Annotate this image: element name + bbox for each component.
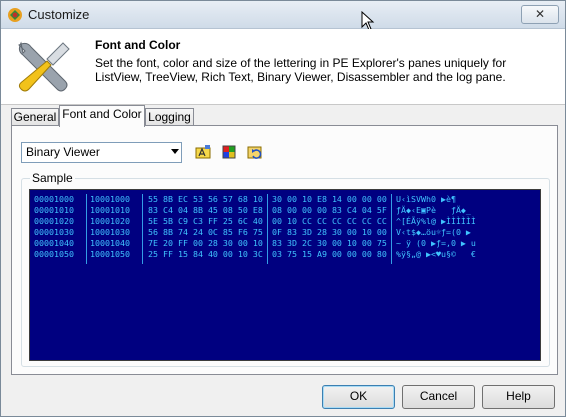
hex-address: 10001010	[90, 205, 130, 215]
hex-row: 00001000 10001000 55 8B EC 53 56 57 68 1…	[30, 194, 456, 205]
hex-bytes-low: 56 8B 74 24 0C 85 F6 75	[148, 227, 263, 237]
tab-general[interactable]: General	[11, 108, 59, 126]
hex-address: 10001040	[90, 238, 130, 248]
hex-bytes-low: 55 8B EC 53 56 57 68 10	[148, 194, 263, 204]
title-bar[interactable]: Customize ✕	[1, 1, 565, 29]
hex-row: 00001010 10001010 83 C4 04 8B 45 08 50 E…	[30, 205, 471, 216]
hex-bytes-low: 83 C4 04 8B 45 08 50 E8	[148, 205, 263, 215]
hex-bytes-low: 25 FF 15 84 40 00 10 3C	[148, 249, 263, 259]
hex-bytes-high: 03 75 15 A9 00 00 00 80	[272, 249, 387, 259]
hex-row: 00001050 10001050 25 FF 15 84 40 00 10 3…	[30, 249, 476, 260]
window-title: Customize	[28, 7, 90, 22]
hex-row: 00001020 10001020 5E 5B C9 C3 FF 25 6C 4…	[30, 216, 476, 227]
hex-ascii: V‹t$◆…öu☼ƒ=(0 ▶	[396, 227, 471, 237]
app-icon	[8, 8, 22, 22]
color-palette-icon[interactable]	[220, 143, 238, 161]
hex-offset: 00001000	[34, 194, 74, 204]
hex-ascii: ƒÄ◆‹E▣Pè ƒÄ◆_	[396, 205, 471, 215]
tab-font-and-color[interactable]: Font and Color	[59, 105, 145, 127]
hex-bytes-high: 08 00 00 00 83 C4 04 5F	[272, 205, 387, 215]
column-divider	[86, 194, 87, 264]
hex-row: 00001030 10001030 56 8B 74 24 0C 85 F6 7…	[30, 227, 471, 238]
help-button[interactable]: Help	[482, 385, 555, 409]
wrench-screwdriver-icon	[18, 41, 70, 92]
header-title: Font and Color	[95, 38, 181, 52]
hex-ascii: ~ ÿ (0 ▶ƒ=,0 ▶ u	[396, 238, 476, 248]
hex-bytes-high: 00 10 CC CC CC CC CC CC	[272, 216, 387, 226]
tab-logging[interactable]: Logging	[145, 108, 194, 126]
hex-row: 00001040 10001040 7E 20 FF 00 28 30 00 1…	[30, 238, 476, 249]
hex-bytes-high: 30 00 10 E8 14 00 00 00	[272, 194, 387, 204]
hex-offset: 00001030	[34, 227, 74, 237]
pane-select-value: Binary Viewer	[26, 145, 100, 159]
hex-ascii: U‹ìSVWh0 ▶è¶	[396, 194, 456, 204]
hex-bytes-low: 7E 20 FF 00 28 30 00 10	[148, 238, 263, 248]
hex-address: 10001020	[90, 216, 130, 226]
tab-panel-font-and-color: Binary Viewer Sample 00001000 10001000 5…	[11, 125, 558, 375]
column-divider	[267, 194, 268, 264]
sample-preview: 00001000 10001000 55 8B EC 53 56 57 68 1…	[29, 189, 541, 361]
hex-ascii: ^[ÉÃÿ%l@ ▶ÌÌÌÌÌÌ	[396, 216, 476, 226]
column-divider	[391, 194, 392, 264]
hex-ascii: %ÿ§„@ ▶<♥u§© €	[396, 249, 476, 259]
customize-dialog: Customize ✕ Font and Color Set the font,…	[0, 0, 566, 417]
hex-offset: 00001010	[34, 205, 74, 215]
hex-address: 10001000	[90, 194, 130, 204]
hex-bytes-high: 83 3D 2C 30 00 10 00 75	[272, 238, 387, 248]
hex-offset: 00001020	[34, 216, 74, 226]
column-divider	[142, 194, 143, 264]
reset-icon[interactable]	[246, 143, 264, 161]
font-icon[interactable]	[194, 143, 212, 161]
pane-select[interactable]: Binary Viewer	[21, 142, 182, 163]
hex-bytes-high: 0F 83 3D 28 30 00 10 00	[272, 227, 387, 237]
hex-offset: 00001040	[34, 238, 74, 248]
header-description: Set the font, color and size of the lett…	[95, 56, 507, 84]
header-banner: Font and Color Set the font, color and s…	[1, 29, 565, 105]
sample-label: Sample	[30, 171, 75, 185]
hex-bytes-low: 5E 5B C9 C3 FF 25 6C 40	[148, 216, 263, 226]
ok-button[interactable]: OK	[322, 385, 395, 409]
mouse-cursor-icon	[361, 11, 375, 31]
hex-offset: 00001050	[34, 249, 74, 259]
cancel-button[interactable]: Cancel	[402, 385, 475, 409]
hex-address: 10001030	[90, 227, 130, 237]
close-button[interactable]: ✕	[521, 5, 559, 24]
sample-groupbox: Sample 00001000 10001000 55 8B EC 53 56 …	[21, 171, 550, 367]
hex-address: 10001050	[90, 249, 130, 259]
chevron-down-icon[interactable]	[171, 149, 179, 154]
